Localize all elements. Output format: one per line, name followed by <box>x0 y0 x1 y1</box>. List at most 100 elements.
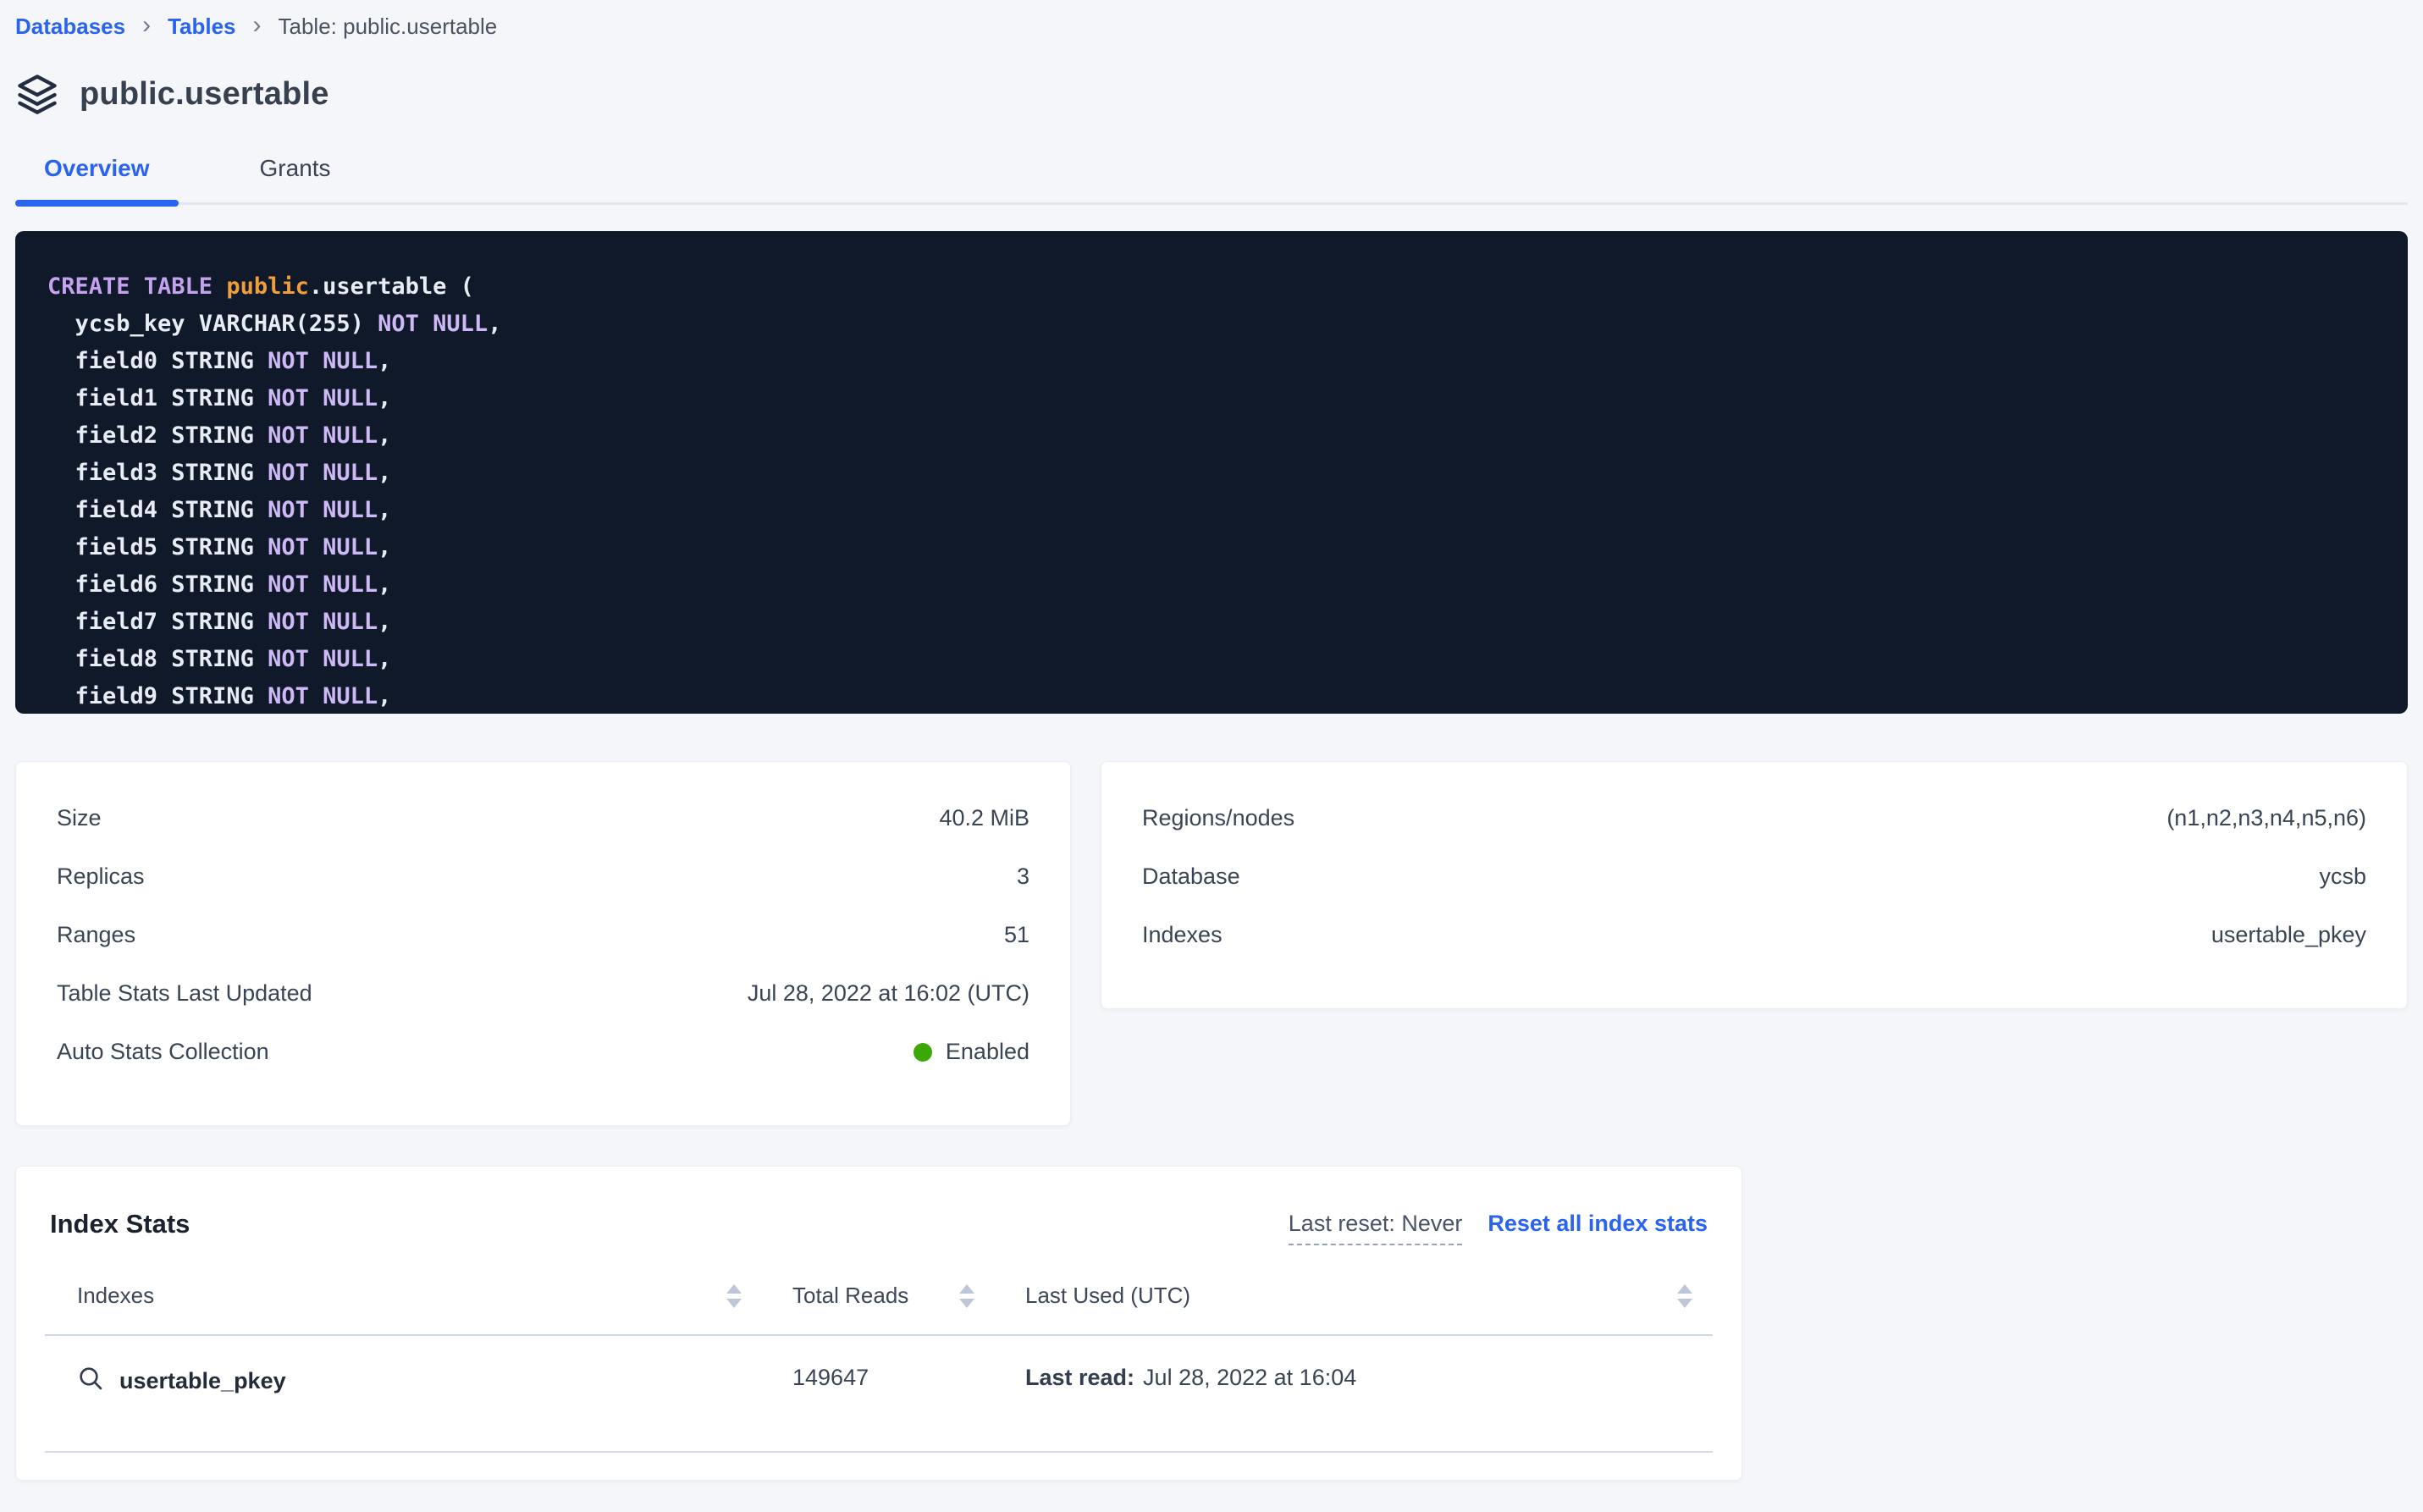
detail-row-size: Size 40.2 MiB <box>57 789 1029 847</box>
last-used-label: Last read: <box>1025 1365 1134 1391</box>
sql-line: field2 STRING NOT NULL, <box>47 417 2374 455</box>
sql-token: NOT NULL <box>268 348 378 374</box>
detail-row-stats-updated: Table Stats Last Updated Jul 28, 2022 at… <box>57 964 1029 1023</box>
sql-token: , <box>378 534 391 560</box>
sql-token: ycsb_key VARCHAR(255) <box>47 311 378 337</box>
detail-label: Ranges <box>57 922 135 948</box>
sql-line: field3 STRING NOT NULL, <box>47 455 2374 492</box>
sql-token: field0 STRING <box>47 348 268 374</box>
column-header-total-reads[interactable]: Total Reads <box>760 1283 993 1309</box>
breadcrumb-current: Table: public.usertable <box>279 14 498 40</box>
detail-value: Enabled <box>913 1039 1029 1065</box>
sql-token: , <box>378 422 391 449</box>
sql-token: NOT NULL <box>268 385 378 411</box>
sort-icon[interactable] <box>726 1284 742 1308</box>
detail-value: (n1,n2,n3,n4,n5,n6) <box>2166 805 2366 831</box>
reset-index-stats-link[interactable]: Reset all index stats <box>1487 1211 1708 1237</box>
status-text: Enabled <box>946 1039 1029 1065</box>
detail-row-auto-stats: Auto Stats Collection Enabled <box>57 1023 1029 1081</box>
index-table-header: Indexes Total Reads Last Used (UTC) <box>45 1283 1713 1336</box>
sql-token: , <box>488 311 501 337</box>
column-header-indexes[interactable]: Indexes <box>45 1283 760 1309</box>
sort-icon[interactable] <box>1677 1284 1692 1308</box>
sql-token: field6 STRING <box>47 571 268 598</box>
sql-line: CREATE TABLE public.usertable ( <box>47 268 2374 306</box>
sql-token: , <box>378 646 391 672</box>
breadcrumb: Databases › Tables › Table: public.usert… <box>15 0 2408 40</box>
sql-token: NOT NULL <box>268 683 378 709</box>
detail-label: Indexes <box>1142 922 1223 948</box>
sql-line: field1 STRING NOT NULL, <box>47 380 2374 417</box>
detail-row-ranges: Ranges 51 <box>57 906 1029 964</box>
sql-line: field0 STRING NOT NULL, <box>47 343 2374 380</box>
index-stats-title: Index Stats <box>50 1209 190 1239</box>
last-used-cell: Last read: Jul 28, 2022 at 16:04 <box>993 1365 1713 1391</box>
sql-line: field6 STRING NOT NULL, <box>47 566 2374 604</box>
sql-line: field5 STRING NOT NULL, <box>47 529 2374 566</box>
detail-label: Auto Stats Collection <box>57 1039 269 1065</box>
sql-line: ycsb_key VARCHAR(255) NOT NULL, <box>47 306 2374 343</box>
sql-token: , <box>378 609 391 635</box>
sql-token: field1 STRING <box>47 385 268 411</box>
detail-value: Jul 28, 2022 at 16:02 (UTC) <box>748 980 1029 1007</box>
column-label: Indexes <box>77 1283 154 1309</box>
tab-bar: Overview Grants <box>15 155 2408 205</box>
total-reads-cell: 149647 <box>760 1365 993 1391</box>
sql-token: NOT NULL <box>268 609 378 635</box>
sql-token: , <box>378 497 391 523</box>
index-name: usertable_pkey <box>119 1368 286 1394</box>
sql-token: , <box>378 571 391 598</box>
sql-token: , <box>378 683 391 709</box>
detail-row-database: Database ycsb <box>1142 847 2366 906</box>
sql-token: NOT NULL <box>268 460 378 486</box>
sql-token: NOT NULL <box>268 534 378 560</box>
sort-icon[interactable] <box>959 1284 974 1308</box>
sql-line: field8 STRING NOT NULL, <box>47 641 2374 678</box>
chevron-right-icon: › <box>142 13 151 38</box>
summary-row: Size 40.2 MiB Replicas 3 Ranges 51 Table… <box>15 761 2408 1126</box>
column-header-last-used[interactable]: Last Used (UTC) <box>993 1283 1713 1309</box>
sql-token: field3 STRING <box>47 460 268 486</box>
last-used-value: Jul 28, 2022 at 16:04 <box>1143 1365 1356 1391</box>
detail-label: Table Stats Last Updated <box>57 980 312 1007</box>
sql-token: .usertable ( <box>309 273 474 300</box>
sql-line: field4 STRING NOT NULL, <box>47 492 2374 529</box>
sql-line: field7 STRING NOT NULL, <box>47 604 2374 641</box>
sql-token: public <box>226 273 309 300</box>
index-stats-card: Index Stats Last reset: Never Reset all … <box>15 1166 1742 1481</box>
index-name-cell: usertable_pkey <box>45 1365 760 1398</box>
sql-token: field7 STRING <box>47 609 268 635</box>
page-title-row: public.usertable <box>15 72 2408 116</box>
sql-token: NOT NULL <box>268 646 378 672</box>
column-label: Total Reads <box>792 1283 908 1309</box>
last-reset-label: Last reset: Never <box>1289 1211 1463 1245</box>
sql-token: NOT NULL <box>268 422 378 449</box>
tab-grants[interactable]: Grants <box>231 155 360 202</box>
detail-row-indexes: Indexes usertable_pkey <box>1142 906 2366 964</box>
sql-token: field5 STRING <box>47 534 268 560</box>
sql-token: NOT NULL <box>268 571 378 598</box>
detail-row-replicas: Replicas 3 <box>57 847 1029 906</box>
sql-token: , <box>378 460 391 486</box>
breadcrumb-link-tables[interactable]: Tables <box>168 14 235 40</box>
detail-value: 40.2 MiB <box>939 805 1029 831</box>
total-reads-value: 149647 <box>792 1365 869 1391</box>
sql-create-table-code: CREATE TABLE public.usertable ( ycsb_key… <box>47 268 2374 714</box>
sql-token: NOT NULL <box>268 497 378 523</box>
sql-statement-card: CREATE TABLE public.usertable ( ycsb_key… <box>15 231 2408 714</box>
detail-row-regions: Regions/nodes (n1,n2,n3,n4,n5,n6) <box>1142 789 2366 847</box>
green-status-dot <box>913 1043 932 1062</box>
sql-token: CREATE TABLE <box>47 273 226 300</box>
detail-label: Regions/nodes <box>1142 805 1294 831</box>
detail-value: 51 <box>1004 922 1029 948</box>
sql-line: field9 STRING NOT NULL, <box>47 678 2374 714</box>
sql-token: field8 STRING <box>47 646 268 672</box>
index-stats-actions: Last reset: Never Reset all index stats <box>1289 1209 1708 1245</box>
detail-label: Database <box>1142 864 1240 890</box>
sql-token: field2 STRING <box>47 422 268 449</box>
tab-overview[interactable]: Overview <box>15 155 179 202</box>
breadcrumb-link-databases[interactable]: Databases <box>15 14 125 40</box>
sql-token: NOT NULL <box>378 311 488 337</box>
sql-token: field9 STRING <box>47 683 268 709</box>
layers-table-icon <box>15 72 59 116</box>
